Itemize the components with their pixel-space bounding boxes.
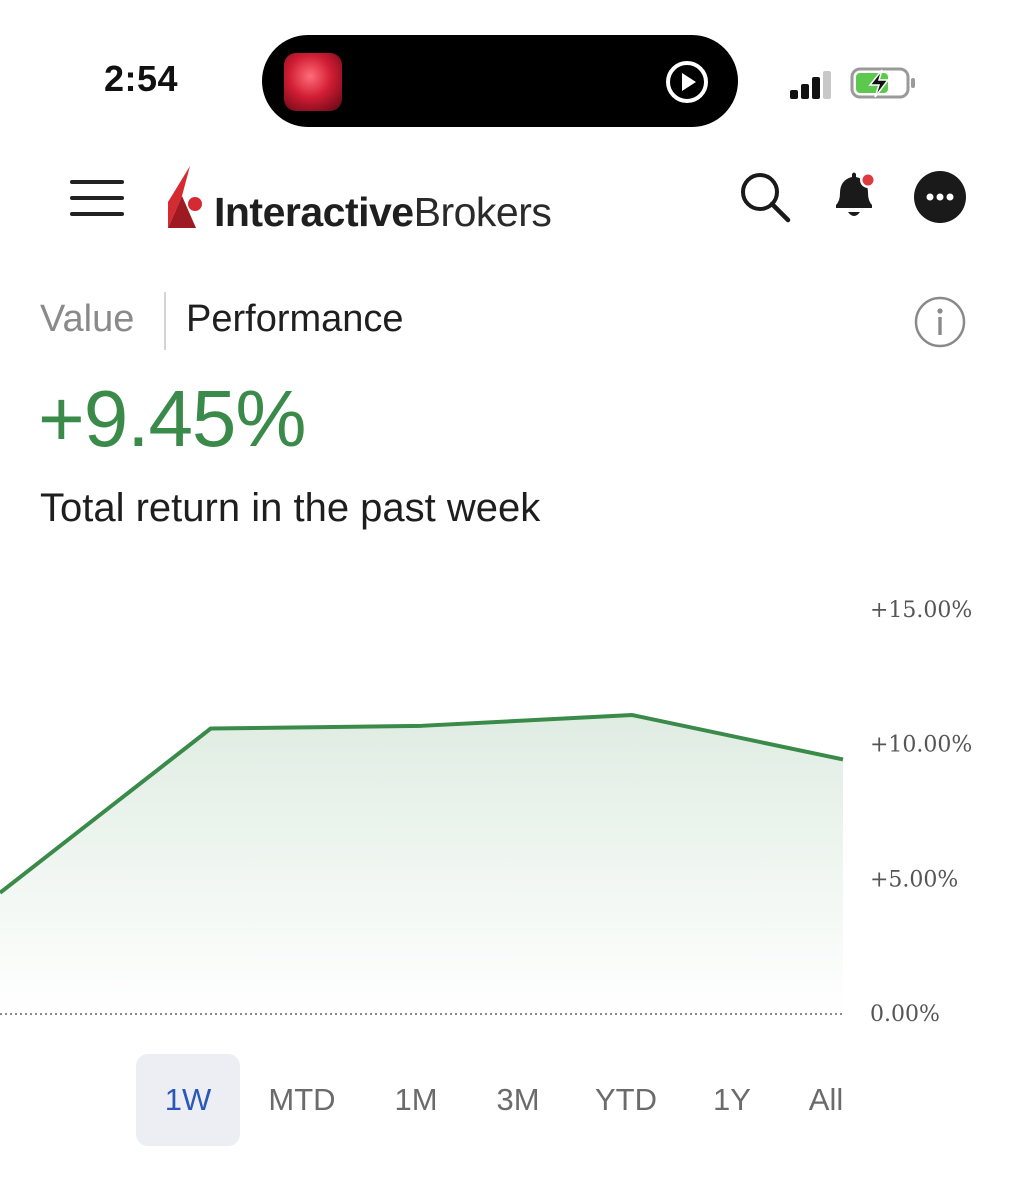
performance-chart[interactable]: +15.00% +10.00% +5.00% 0.00% [0,590,1010,1030]
total-return-value: +9.45% [38,374,307,463]
brand-wordmark-regular: Brokers [413,189,552,235]
y-axis-tick-label: +5.00% [870,867,958,892]
info-icon[interactable] [914,296,966,348]
range-1m[interactable]: 1M [364,1054,468,1146]
more-dots-icon [926,193,954,201]
interactive-brokers-logo-icon [168,166,202,228]
range-mtd[interactable]: MTD [250,1054,354,1146]
brand-wordmark: InteractiveBrokers [214,188,552,236]
range-all[interactable]: All [776,1054,876,1146]
tab-value[interactable]: Value [40,298,134,341]
range-1y[interactable]: 1Y [680,1054,784,1146]
range-3m[interactable]: 3M [466,1054,570,1146]
search-icon[interactable] [738,170,792,224]
more-options-button[interactable] [914,171,966,223]
range-1w[interactable]: 1W [136,1054,240,1146]
cellular-signal-icon [790,71,831,99]
battery-charging-icon [850,67,915,99]
dynamic-island[interactable] [262,35,738,127]
tab-performance[interactable]: Performance [186,298,404,341]
range-ytd[interactable]: YTD [574,1054,678,1146]
now-playing-play-icon[interactable] [664,59,710,105]
brand-wordmark-bold: Interactive [214,189,414,235]
y-axis-tick-label: +15.00% [870,598,972,623]
y-axis-tick-label: 0.00% [870,1002,940,1027]
total-return-label: Total return in the past week [40,486,541,530]
status-time: 2:54 [104,58,179,99]
y-axis-tick-label: +10.00% [870,733,972,758]
hamburger-menu-icon[interactable] [68,178,126,218]
now-playing-artwork[interactable] [284,53,342,111]
chart-area-fill [0,715,843,1014]
notification-bell-icon[interactable] [826,168,882,224]
tab-divider [164,292,166,350]
